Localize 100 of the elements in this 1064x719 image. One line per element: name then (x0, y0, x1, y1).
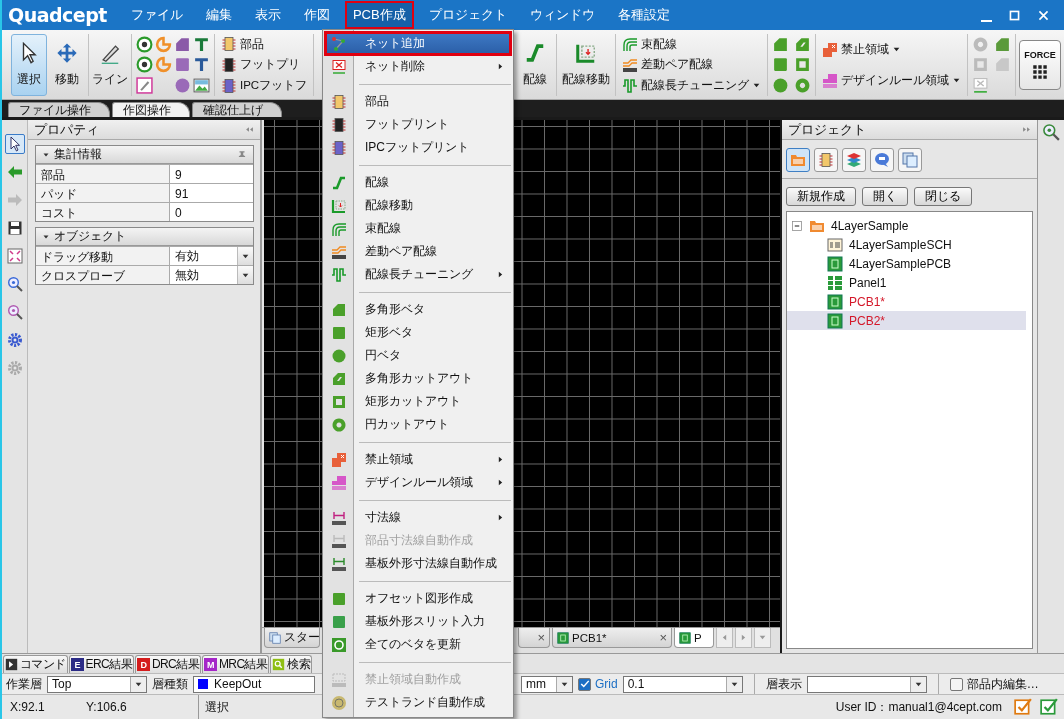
menu-item[interactable]: 基板外形スリット入力 (325, 610, 511, 633)
tool-button[interactable]: 差動ペア配線 (620, 56, 763, 74)
tree-item[interactable]: Panel1 (787, 273, 1026, 292)
document-tab[interactable]: PCB1* × (552, 628, 672, 648)
tool-button[interactable]: 選択 (11, 34, 47, 96)
work-layer-select[interactable]: Top (47, 675, 147, 693)
menu-item[interactable]: 禁止領域 (325, 448, 511, 471)
menu-item[interactable]: テストランド自動作成 (325, 691, 511, 714)
menu-item[interactable]: プロジェクト (420, 1, 515, 29)
menu-item[interactable]: 表示 (246, 1, 289, 29)
ribbon-tab[interactable]: 確認仕上げ (192, 102, 282, 117)
part-edit-checkbox[interactable]: 部品内編集… (949, 675, 1039, 693)
letter-badge: M (203, 658, 217, 671)
panel-button[interactable]: 開く (862, 187, 908, 206)
tool-button[interactable]: 部品 (219, 35, 310, 54)
tree-item[interactable]: 4LayerSampleSCH (787, 235, 1026, 254)
section-header[interactable]: オブジェクト (36, 228, 253, 246)
field-label: 層種類 (152, 675, 188, 693)
field-label: 層表示 (765, 675, 802, 693)
menu-item[interactable]: ファイル (122, 1, 191, 29)
section-title: オブジェクト (54, 228, 126, 245)
tool-button[interactable]: フットプリ (219, 56, 310, 74)
menu-item[interactable]: IPCフットプリント (325, 136, 511, 159)
menu-item[interactable]: ネット追加 (325, 32, 511, 55)
tree-item[interactable]: 4LayerSample (787, 216, 1026, 235)
tool-button[interactable]: ライン (92, 34, 128, 96)
tool-button[interactable]: 配線 (517, 34, 553, 96)
tool-button[interactable]: 配線移動 (560, 34, 612, 96)
menu-item[interactable]: 束配線 (325, 217, 511, 240)
unit-select[interactable]: mm (521, 675, 573, 693)
panel-tab[interactable]: 検索 (270, 655, 313, 673)
menu-item[interactable]: 円カットアウト (325, 413, 511, 436)
section-title: 集計情報 (54, 146, 102, 163)
document-tab[interactable]: P (674, 628, 714, 648)
section-header[interactable]: 集計情報 (36, 146, 253, 164)
menu-item[interactable]: 多角形ベタ (325, 298, 511, 321)
menu-item[interactable]: ウィンドウ (521, 1, 603, 29)
menu-item[interactable]: 基板外形寸法線自動作成 (325, 552, 511, 575)
document-tab[interactable]: × (518, 628, 550, 648)
panel-tab[interactable]: コマンド (3, 655, 68, 673)
panel-title: プロパティ (34, 120, 99, 139)
menu-item[interactable]: デザインルール領域 (325, 471, 511, 494)
menu-item[interactable]: 差動ペア配線 (325, 240, 511, 263)
property-name: ドラッグ移動 (36, 247, 170, 265)
tool-button[interactable]: 配線長チューニング (620, 76, 763, 95)
menu-item[interactable]: ネット削除 (325, 55, 511, 78)
tree-item[interactable]: PCB1* (787, 292, 1026, 311)
menu-item[interactable]: 編集 (197, 1, 240, 29)
tool-button[interactable]: 禁止領域 (820, 40, 963, 59)
menu-item[interactable]: 寸法線 (325, 506, 511, 529)
user-id: User ID：manual1@4cept.com (835, 698, 1002, 716)
tree-item[interactable]: 4LayerSamplePCB (787, 254, 1026, 273)
menu-item[interactable]: フットプリント (325, 113, 511, 136)
property-name: 部品 (36, 165, 170, 183)
menu-item[interactable]: オフセット図形作成 (325, 587, 511, 610)
tool-button[interactable]: 移動 (49, 34, 85, 96)
tree-item[interactable]: PCB2* (787, 311, 1026, 330)
menu-item[interactable]: 各種設定 (609, 1, 678, 29)
panel-tab[interactable]: D DRC結果 (134, 655, 201, 673)
tool-button[interactable]: IPCフットフ (219, 76, 310, 95)
menu-item[interactable]: 多角形カットアウト (325, 367, 511, 390)
menu-item[interactable]: 円ベタ (325, 344, 511, 367)
property-value: 0 (174, 205, 183, 221)
property-name: コスト (36, 203, 170, 221)
menu-item[interactable]: 矩形カットアウト (325, 390, 511, 413)
menu-item[interactable]: 全てのベタを更新 (325, 633, 511, 656)
app-logo: Quadcept (8, 4, 107, 26)
menu-item[interactable]: 配線移動 (325, 194, 511, 217)
close-icon[interactable]: × (659, 630, 667, 645)
property-value: 9 (174, 167, 183, 183)
ribbon-tab[interactable]: ファイル操作 (8, 102, 110, 117)
field-label: 作業層 (6, 675, 42, 693)
menu-item[interactable]: 配線 (325, 171, 511, 194)
property-value: 91 (174, 186, 190, 202)
property-dropdown[interactable]: 無効 (170, 266, 253, 284)
menu-item[interactable]: 配線長チューニング (325, 263, 511, 286)
ribbon-tab[interactable]: 作図操作 (112, 102, 190, 117)
force-button[interactable]: FORCE (1019, 40, 1061, 90)
mode-status: 選択 (204, 698, 230, 716)
layer-type-select[interactable]: KeepOut (193, 675, 315, 693)
tool-button[interactable]: デザインルール領域 (820, 71, 963, 90)
x-coordinate: X:92.1 (9, 700, 46, 714)
menu-item[interactable]: 部品 (325, 90, 511, 113)
panel-button[interactable]: 閉じる (914, 187, 972, 206)
menu-item[interactable]: 矩形ベタ (325, 321, 511, 344)
property-dropdown[interactable]: 有効 (170, 247, 253, 265)
close-icon[interactable]: × (537, 630, 545, 645)
menu-item[interactable]: PCB作成 (344, 1, 414, 29)
tool-button[interactable]: 束配線 (620, 35, 763, 54)
y-coordinate: Y:106.6 (86, 700, 128, 714)
panel-tab[interactable]: M MRC結果 (201, 655, 270, 673)
letter-badge: D (136, 658, 150, 671)
property-name: パッド (36, 184, 170, 202)
panel-button[interactable]: 新規作成 (786, 187, 856, 206)
panel-tab[interactable]: E ERC結果 (68, 655, 134, 673)
grid-checkbox[interactable]: Grid (578, 677, 618, 691)
menu-item[interactable]: 作図 (295, 1, 338, 29)
document-tab[interactable]: スター (264, 628, 320, 648)
grid-size-select[interactable]: 0.1 (622, 675, 743, 693)
letter-badge: E (70, 658, 84, 671)
